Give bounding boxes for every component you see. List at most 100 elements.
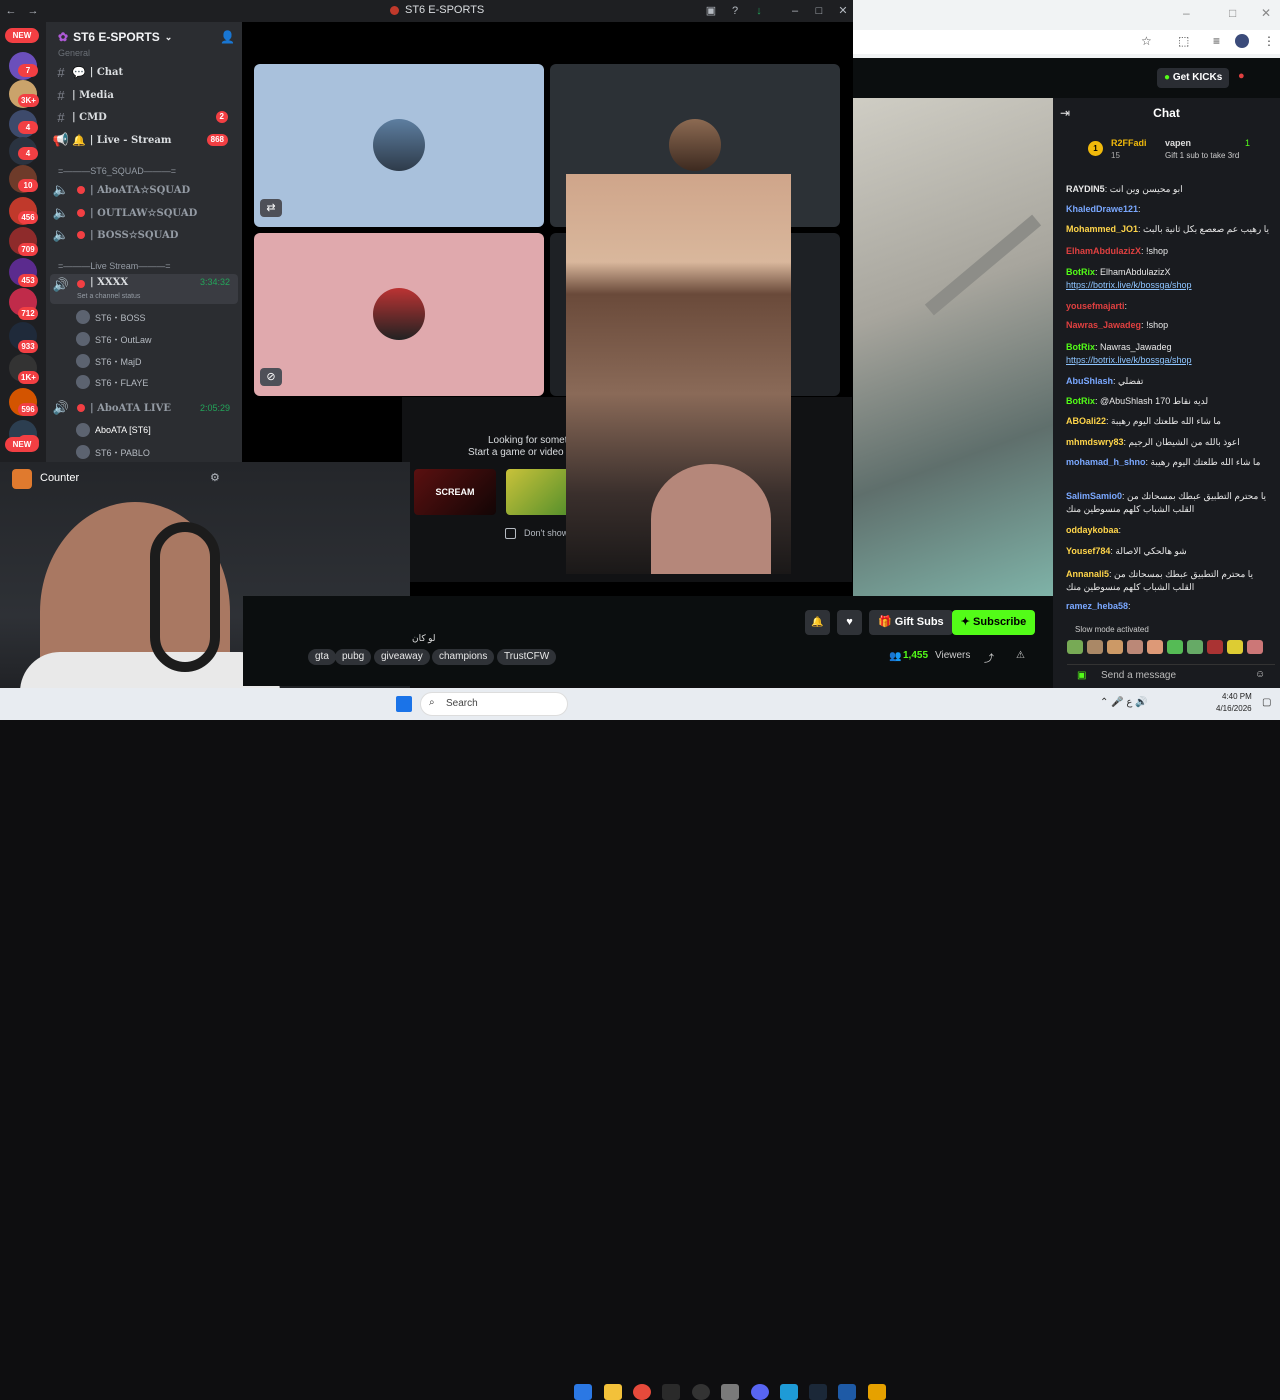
emote-icon[interactable] [1167, 640, 1183, 654]
forward-arrow-icon[interactable]: → [26, 4, 40, 18]
chat-username[interactable]: Mohammed_JO1 [1066, 224, 1138, 234]
channel-cmd[interactable]: # | CMD 2 [50, 106, 238, 128]
chat-username[interactable]: Yousef784 [1066, 546, 1110, 556]
voice-channel-aboata-squad[interactable]: 🔈 | AboATA☆SQUAD [50, 179, 238, 201]
participant-tile[interactable]: ⊘ [254, 233, 544, 396]
voice-channel-xxxx[interactable]: 🔊 | XXXX 3:34:32 Set a channel status [50, 274, 238, 304]
game-tile[interactable]: SCREAM [414, 469, 496, 515]
tray-icons[interactable]: ⌃ 🎤 ع 🔊 [1100, 697, 1148, 708]
voice-user[interactable]: AboATA [ST6] [76, 420, 236, 440]
chat-username[interactable]: BotRix [1066, 342, 1095, 352]
settings-icon[interactable] [721, 1384, 739, 1400]
emote-icon[interactable] [1147, 640, 1163, 654]
minimize-icon[interactable]: – [1183, 6, 1190, 20]
chat-username[interactable]: BotRix [1066, 267, 1095, 277]
notification-icon[interactable]: ▢ [1262, 697, 1271, 708]
voice-user[interactable]: ST6・FLAYE [76, 372, 236, 392]
gift-subs-button[interactable]: 🎁 Gift Subs [869, 610, 953, 635]
chat-username[interactable]: ABOali22 [1066, 416, 1106, 426]
edge-icon[interactable] [780, 1384, 798, 1400]
emote-icon[interactable] [1187, 640, 1203, 654]
extensions-icon[interactable]: ⬚ [1178, 34, 1189, 48]
tab-search-icon[interactable]: ≡ [1213, 34, 1220, 48]
emote-icon[interactable] [1127, 640, 1143, 654]
stream-video[interactable] [853, 98, 1053, 596]
report-icon[interactable]: ⚠ [1016, 650, 1025, 661]
follow-heart-button[interactable]: ♥ [837, 610, 862, 635]
participant-tile[interactable]: ⇄ [254, 64, 544, 227]
maximize-icon[interactable]: □ [812, 4, 826, 18]
chat-link[interactable]: https://botrix.live/k/bossga/shop [1066, 355, 1192, 365]
emoji-icon[interactable]: ☺ [1255, 669, 1265, 680]
steam-icon[interactable] [809, 1384, 827, 1400]
emote-icon[interactable] [1247, 640, 1263, 654]
more-menu-icon[interactable]: ⋮ [1263, 34, 1275, 48]
stream-tag[interactable]: TrustCFW [497, 649, 557, 665]
chat-username[interactable]: mohamad_h_shno [1066, 457, 1146, 467]
file-explorer-icon[interactable] [604, 1384, 622, 1400]
chat-username[interactable]: SalimSamio0 [1066, 491, 1122, 501]
inbox-icon[interactable]: ▣ [704, 4, 718, 18]
get-kicks-button[interactable]: ● Get KICKs [1157, 68, 1230, 88]
emote-icon[interactable] [1107, 640, 1123, 654]
emote-icon[interactable] [1087, 640, 1103, 654]
message-input[interactable]: ▣ Send a message ☺ [1067, 664, 1275, 686]
obs-icon[interactable] [692, 1384, 710, 1400]
invite-icon[interactable]: 👤 [220, 30, 235, 44]
maximize-icon[interactable]: □ [1229, 6, 1236, 20]
chat-username[interactable]: BotRix [1066, 396, 1095, 406]
chrome-icon[interactable] [633, 1384, 651, 1400]
checkbox[interactable] [505, 528, 516, 539]
clock-date[interactable]: 4/16/2026 [1216, 704, 1252, 713]
chat-username[interactable]: ElhamAbdulazizX [1066, 246, 1141, 256]
task-view-icon[interactable] [574, 1384, 592, 1400]
voice-channel-boss-squad[interactable]: 🔈 | BOSS☆SQUAD [50, 224, 238, 246]
chat-username[interactable]: ramez_heba58 [1066, 601, 1128, 611]
emote-icon[interactable] [1207, 640, 1223, 654]
profile-avatar[interactable] [1235, 34, 1249, 48]
voice-user[interactable]: ST6・BOSS [76, 307, 236, 327]
chat-username[interactable]: oddaykobaa [1066, 525, 1119, 535]
category-live-stream[interactable]: =———Live Stream———= [58, 261, 171, 271]
voice-channel-outlaw-squad[interactable]: 🔈 | OUTLAW☆SQUAD [50, 202, 238, 224]
voice-user[interactable]: ST6・OutLaw [76, 329, 236, 349]
share-icon[interactable]: ⤴ [984, 650, 994, 665]
chat-username[interactable]: KhaledDrawe121 [1066, 204, 1138, 214]
emote-icon[interactable] [1067, 640, 1083, 654]
terminal-icon[interactable] [662, 1384, 680, 1400]
discord-icon[interactable] [751, 1384, 769, 1400]
stream-tag[interactable]: giveaway [374, 649, 430, 665]
chat-link[interactable]: https://botrix.live/k/bossga/shop [1066, 280, 1192, 290]
emote-icon[interactable] [1227, 640, 1243, 654]
back-arrow-icon[interactable]: ← [4, 4, 18, 18]
minimize-icon[interactable]: – [788, 4, 802, 18]
close-icon[interactable]: ✕ [1261, 6, 1271, 20]
download-icon[interactable]: ↓ [752, 4, 766, 18]
stream-tag[interactable]: champions [432, 649, 495, 665]
chat-username[interactable]: RAYDIN5 [1066, 184, 1105, 194]
start-icon[interactable] [396, 696, 412, 712]
subscribe-button[interactable]: ✦ Subscribe [952, 610, 1035, 635]
voice-user[interactable]: ST6・MajD [76, 351, 236, 371]
notification-bell-button[interactable]: 🔔 [805, 610, 830, 635]
channel-chat[interactable]: # 💬 | Chat [50, 61, 238, 83]
category-squad[interactable]: =———ST6_SQUAD———= [58, 166, 176, 176]
stream-tag[interactable]: gta [308, 649, 336, 665]
category-general[interactable]: General [58, 48, 90, 58]
help-icon[interactable]: ? [728, 4, 742, 18]
chat-username[interactable]: AbuShlash [1066, 376, 1113, 386]
voice-channel-aboata-live[interactable]: 🔊 | AboATA LIVE 2:05:29 [50, 397, 238, 419]
user-menu-icon[interactable]: ● [1238, 70, 1245, 82]
chat-username[interactable]: mhmdswry83 [1066, 437, 1124, 447]
server-header[interactable]: ✿ ST6 E-SPORTS ⌄ [58, 30, 172, 44]
bookmark-star-icon[interactable]: ☆ [1141, 34, 1152, 48]
app-icon[interactable] [868, 1384, 886, 1400]
clock-time[interactable]: 4:40 PM [1222, 692, 1252, 701]
channel-live-stream[interactable]: 📢 🔔 | Live - Stream 868 [50, 129, 238, 151]
channel-status[interactable]: Set a channel status [77, 293, 140, 300]
channel-media[interactable]: # | Media [50, 84, 238, 106]
stream-settings-icon[interactable]: ⚙ [210, 471, 220, 484]
close-icon[interactable]: ✕ [836, 4, 850, 18]
stream-tag[interactable]: pubg [335, 649, 372, 665]
voice-user[interactable]: ST6・PABLO [76, 442, 236, 462]
